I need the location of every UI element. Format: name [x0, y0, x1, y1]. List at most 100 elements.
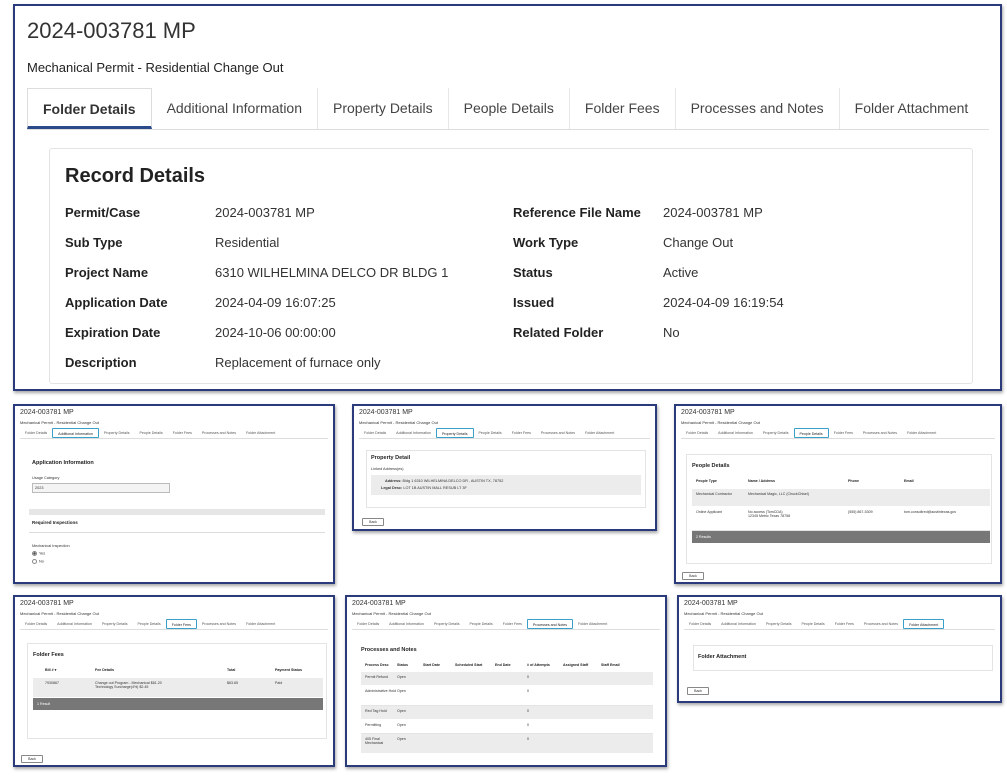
property-details-panel: 2024-003781 MP Mechanical Permit - Resid… [352, 404, 657, 531]
table-row: Online Applicant No access (TomCDA) 12345… [692, 507, 990, 531]
tab-folder-fees[interactable]: Folder Fees [570, 88, 676, 129]
tab-additional-information[interactable]: Additional Information [52, 428, 99, 438]
radio-selected-icon [32, 551, 37, 556]
detail-value: 2024-003781 MP [663, 205, 763, 220]
detail-row: Expiration Date 2024-10-06 00:00:00 Rela… [65, 325, 965, 355]
tab-folder-fees[interactable]: Folder Fees [830, 619, 859, 629]
back-button[interactable]: Back [687, 687, 709, 695]
folder-tabs: Folder Details Additional Information Pr… [352, 619, 660, 630]
tab-folder-details[interactable]: Folder Details [20, 428, 52, 438]
detail-label: Work Type [513, 235, 579, 250]
tab-people-details[interactable]: People Details [474, 428, 507, 438]
cell-bill[interactable]: 7930867 [33, 681, 95, 685]
detail-value: 2024-10-06 00:00:00 [215, 325, 336, 340]
tab-processes-and-notes[interactable]: Processes and Notes [859, 619, 903, 629]
processes-card: Processes and Notes Process Desc Status … [357, 641, 657, 765]
record-details-card: Record Details Permit/Case 2024-003781 M… [49, 148, 973, 384]
tab-people-details[interactable]: People Details [135, 428, 168, 438]
tab-folder-attachment[interactable]: Folder Attachment [580, 428, 619, 438]
tab-folder-fees[interactable]: Folder Fees [498, 619, 527, 629]
tab-folder-fees[interactable]: Folder Fees [168, 428, 197, 438]
tab-processes-and-notes[interactable]: Processes and Notes [858, 428, 902, 438]
folder-tabs: Folder Details Additional Information Pr… [684, 619, 995, 630]
tab-people-details[interactable]: People Details [797, 619, 830, 629]
tab-additional-information[interactable]: Additional Information [384, 619, 429, 629]
tab-processes-and-notes[interactable]: Processes and Notes [197, 619, 241, 629]
tab-property-details[interactable]: Property Details [99, 428, 135, 438]
tab-processes-and-notes[interactable]: Processes and Notes [676, 88, 840, 129]
detail-label: Application Date [65, 295, 168, 310]
tab-folder-details[interactable]: Folder Details [20, 619, 52, 629]
cell-payment-status: Paid [275, 681, 283, 685]
processes-table: Process Desc Status Start Date Scheduled… [361, 661, 653, 754]
tab-processes-and-notes[interactable]: Processes and Notes [536, 428, 580, 438]
divider [29, 532, 325, 533]
usage-category-field[interactable]: 2023 [32, 483, 170, 493]
people-table: People Type Name / Address Phone Email M… [692, 477, 990, 543]
tab-people-details[interactable]: People Details [793, 428, 829, 438]
tab-people-details[interactable]: People Details [133, 619, 166, 629]
folder-type: Mechanical Permit - Residential Change O… [359, 420, 438, 425]
tab-folder-details[interactable]: Folder Details [684, 619, 716, 629]
tab-folder-attachment[interactable]: Folder Attachment [902, 428, 941, 438]
tab-additional-information[interactable]: Additional Information [391, 428, 436, 438]
folder-number: 2024-003781 MP [20, 600, 74, 607]
tab-folder-details[interactable]: Folder Details [359, 428, 391, 438]
radio-yes[interactable]: Yes [32, 551, 45, 556]
tab-folder-attachment[interactable]: Folder Attachment [903, 619, 945, 629]
tab-additional-information[interactable]: Additional Information [52, 619, 97, 629]
tab-folder-fees[interactable]: Folder Fees [165, 619, 197, 629]
cell-people-type: Mechanical Contractor [696, 492, 732, 496]
folder-tabs: Folder Details Additional Information Pr… [681, 428, 995, 439]
cell-attempts: 0 [527, 723, 529, 727]
tab-additional-information[interactable]: Additional Information [713, 428, 758, 438]
tab-folder-fees[interactable]: Folder Fees [507, 428, 536, 438]
tab-processes-and-notes[interactable]: Processes and Notes [197, 428, 241, 438]
folder-type: Mechanical Permit - Residential Change O… [684, 611, 763, 616]
people-details-heading: People Details [692, 463, 730, 469]
tab-processes-and-notes[interactable]: Processes and Notes [526, 619, 574, 629]
tab-folder-attachment[interactable]: Folder Attachment [573, 619, 612, 629]
tab-property-details[interactable]: Property Details [318, 88, 449, 129]
cell-status: Open [397, 709, 406, 713]
people-details-card: People Details People Type Name / Addres… [686, 454, 992, 564]
table-header: People Type Name / Address Phone Email [692, 477, 990, 485]
detail-label: Expiration Date [65, 325, 161, 340]
back-button[interactable]: Back [682, 572, 704, 580]
tab-property-details[interactable]: Property Details [97, 619, 133, 629]
column-header: Scheduled Start [455, 663, 483, 667]
tab-folder-details[interactable]: Folder Details [681, 428, 713, 438]
detail-value: 2024-04-09 16:19:54 [663, 295, 784, 310]
folder-type: Mechanical Permit - Residential Change O… [352, 611, 431, 616]
radio-no[interactable]: No [32, 559, 44, 564]
table-row: Permitting Open 0 [361, 720, 653, 734]
tab-folder-attachment[interactable]: Folder Attachment [840, 88, 984, 129]
tab-property-details[interactable]: Property Details [429, 619, 465, 629]
tab-folder-fees[interactable]: Folder Fees [829, 428, 858, 438]
tab-folder-details[interactable]: Folder Details [352, 619, 384, 629]
cell-name: Mechanical Magic, LLC (ChuckChisel) [748, 492, 809, 496]
cell-address: 12345 Metric Texas 78758 [748, 514, 791, 518]
back-button[interactable]: Back [362, 518, 384, 526]
tab-folder-attachment[interactable]: Folder Attachment [241, 428, 280, 438]
required-inspections-heading: Required Inspections [32, 520, 78, 525]
column-header: People Type [696, 479, 717, 483]
column-header: # of Attempts [527, 663, 550, 667]
tab-additional-information[interactable]: Additional Information [716, 619, 761, 629]
property-detail-card: Property Detail Linked Address(es) Addre… [366, 450, 646, 508]
cell-phone: (555) 867-5309 [848, 510, 873, 514]
tab-additional-information[interactable]: Additional Information [152, 88, 319, 129]
cell-attempts: 0 [527, 737, 529, 741]
tab-people-details[interactable]: People Details [449, 88, 570, 129]
tab-property-details[interactable]: Property Details [435, 428, 474, 438]
detail-value: 6310 WILHELMINA DELCO DR BLDG 1 [215, 265, 449, 280]
column-header: Fee Details [95, 668, 114, 672]
tab-property-details[interactable]: Property Details [761, 619, 797, 629]
tab-folder-details[interactable]: Folder Details [27, 88, 152, 129]
detail-label: Reference File Name [513, 205, 641, 220]
additional-information-panel: 2024-003781 MP Mechanical Permit - Resid… [13, 404, 335, 584]
tab-folder-attachment[interactable]: Folder Attachment [241, 619, 280, 629]
back-button[interactable]: Back [21, 755, 43, 763]
tab-property-details[interactable]: Property Details [758, 428, 794, 438]
tab-people-details[interactable]: People Details [465, 619, 498, 629]
